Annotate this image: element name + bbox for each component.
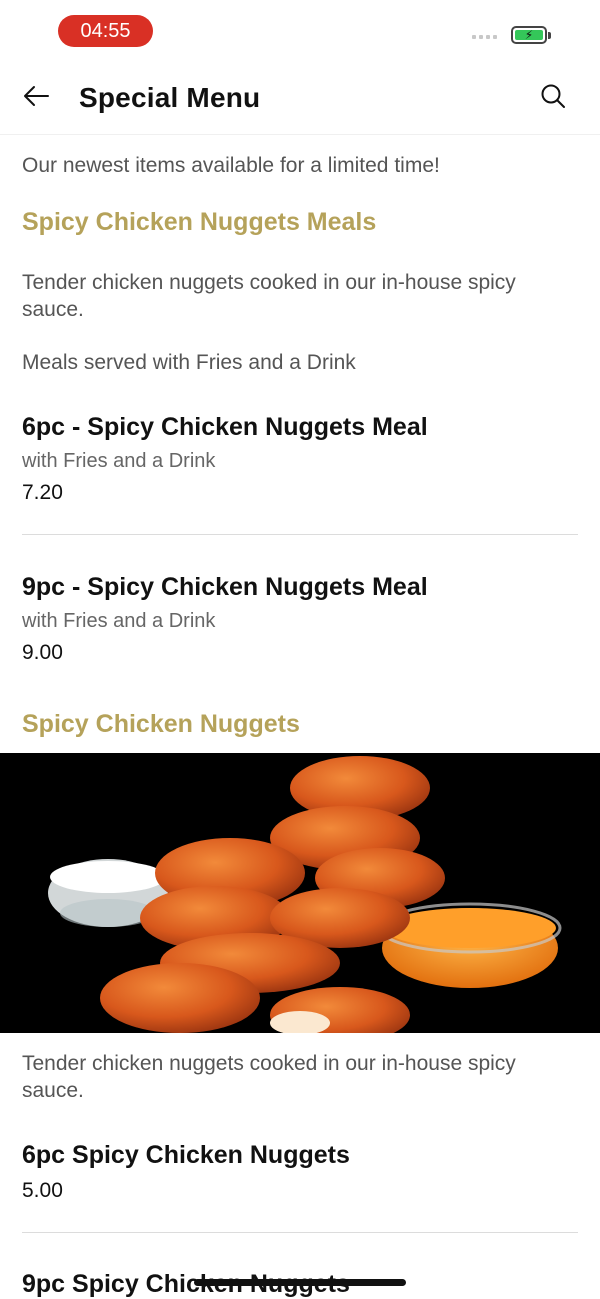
section-title-nuggets: Spicy Chicken Nuggets <box>22 710 300 738</box>
item-price: 9.00 <box>22 641 63 664</box>
item-price: 5.00 <box>22 1179 63 1202</box>
item-price: 7.20 <box>22 481 63 504</box>
divider <box>22 534 578 535</box>
intro-text: Our newest items available for a limited… <box>22 154 440 177</box>
battery-cap <box>548 32 551 39</box>
section-description: Tender chicken nuggets cooked in our in-… <box>22 1052 516 1102</box>
home-indicator[interactable] <box>194 1279 406 1286</box>
section-description: Tender chicken nuggets cooked in our in-… <box>22 271 516 321</box>
section-note: Meals served with Fries and a Drink <box>22 351 356 374</box>
item-title: 9pc - Spicy Chicken Nuggets Meal <box>22 573 428 601</box>
back-arrow-icon[interactable] <box>20 80 52 112</box>
status-time: 04:55 <box>58 15 153 47</box>
item-title: 6pc - Spicy Chicken Nuggets Meal <box>22 413 428 441</box>
search-icon[interactable] <box>539 82 567 110</box>
page-title: Special Menu <box>79 82 261 113</box>
item-subtitle: with Fries and a Drink <box>22 450 216 472</box>
divider <box>22 1232 578 1233</box>
status-time-label: 04:55 <box>80 19 131 42</box>
section-title-meals: Spicy Chicken Nuggets Meals <box>22 208 377 236</box>
status-bar: 04:55 ⚡ <box>0 0 600 60</box>
signal-icon <box>472 35 497 39</box>
item-title: 6pc Spicy Chicken Nuggets <box>22 1141 350 1169</box>
app-header: Special Menu <box>0 62 600 135</box>
nuggets-image <box>0 753 600 1033</box>
item-subtitle: with Fries and a Drink <box>22 610 216 632</box>
battery-icon: ⚡ <box>511 26 547 44</box>
